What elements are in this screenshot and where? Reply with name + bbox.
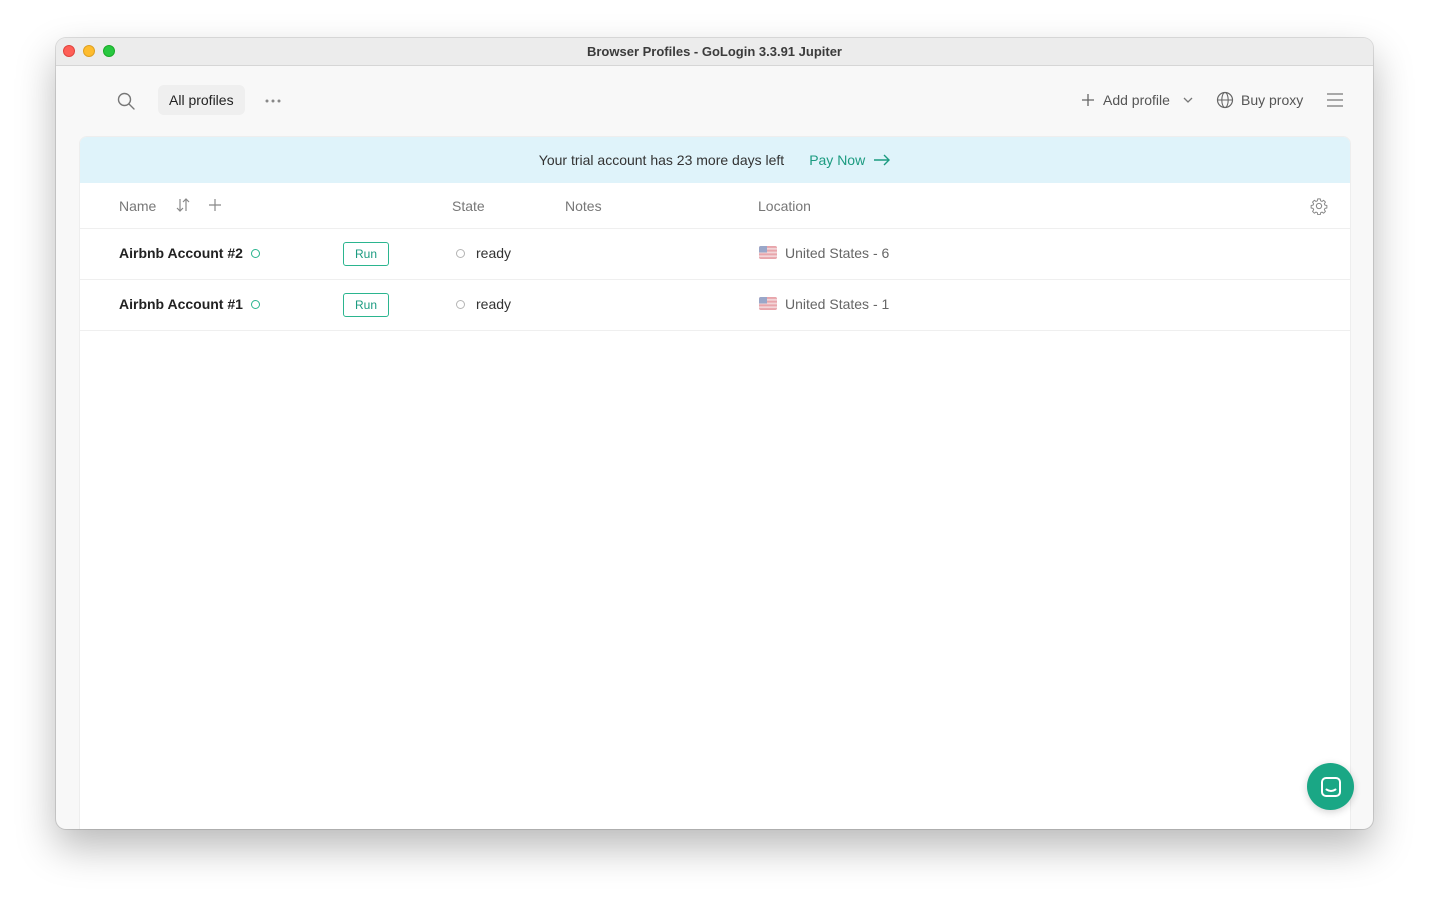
hamburger-menu-icon[interactable] (1326, 92, 1344, 108)
globe-icon (1216, 91, 1234, 109)
table-header: Name State Notes Location (80, 183, 1350, 229)
sort-icon[interactable] (176, 197, 190, 213)
buy-proxy-label: Buy proxy (1241, 92, 1304, 108)
pay-now-label: Pay Now (809, 152, 866, 168)
window-title: Browser Profiles - GoLogin 3.3.91 Jupite… (586, 44, 842, 59)
add-profile-label: Add profile (1103, 92, 1170, 108)
gear-icon[interactable] (1310, 197, 1328, 215)
minimize-window-button[interactable] (83, 45, 95, 57)
profile-name[interactable]: Airbnb Account #1 (119, 296, 243, 312)
add-profile-button[interactable]: Add profile (1080, 88, 1195, 112)
profile-location[interactable]: United States - 6 (785, 245, 889, 261)
toolbar: All profiles Add profile Buy proxy (56, 66, 1373, 136)
state-dot-icon (456, 249, 465, 258)
column-header-state[interactable]: State (452, 198, 485, 214)
profile-name[interactable]: Airbnb Account #2 (119, 245, 243, 261)
profile-state: ready (476, 296, 512, 312)
pay-now-link[interactable]: Pay Now (809, 152, 891, 168)
run-button[interactable]: Run (343, 293, 389, 317)
table-row[interactable]: Airbnb Account #1 Run ready United State… (80, 280, 1350, 331)
profiles-panel: Your trial account has 23 more days left… (79, 136, 1351, 829)
profile-state: ready (476, 245, 512, 261)
chat-icon (1320, 776, 1341, 797)
window-controls (63, 45, 115, 57)
state-dot-icon (456, 300, 465, 309)
column-header-name[interactable]: Name (119, 198, 156, 214)
status-dot-icon (251, 249, 260, 258)
close-window-button[interactable] (63, 45, 75, 57)
arrow-right-icon (874, 154, 891, 166)
us-flag-icon (759, 246, 777, 259)
plus-icon (1082, 94, 1094, 106)
title-bar[interactable]: Browser Profiles - GoLogin 3.3.91 Jupite… (56, 38, 1373, 66)
add-column-icon[interactable] (207, 197, 223, 213)
trial-message: Your trial account has 23 more days left (538, 152, 785, 168)
buy-proxy-button[interactable]: Buy proxy (1216, 88, 1303, 112)
table-row[interactable]: Airbnb Account #2 Run ready United State… (80, 229, 1350, 280)
search-icon[interactable] (116, 91, 136, 111)
status-dot-icon (251, 300, 260, 309)
more-dots-icon[interactable] (263, 92, 283, 110)
run-button[interactable]: Run (343, 242, 389, 266)
column-header-notes[interactable]: Notes (565, 198, 602, 214)
profile-location[interactable]: United States - 1 (785, 296, 889, 312)
maximize-window-button[interactable] (103, 45, 115, 57)
app-window: Browser Profiles - GoLogin 3.3.91 Jupite… (56, 38, 1373, 829)
us-flag-icon (759, 297, 777, 310)
chevron-down-icon[interactable] (1181, 93, 1195, 107)
trial-banner: Your trial account has 23 more days left… (80, 137, 1350, 183)
tab-all-profiles[interactable]: All profiles (158, 85, 245, 115)
column-header-location[interactable]: Location (758, 198, 811, 214)
chat-support-button[interactable] (1307, 763, 1354, 810)
